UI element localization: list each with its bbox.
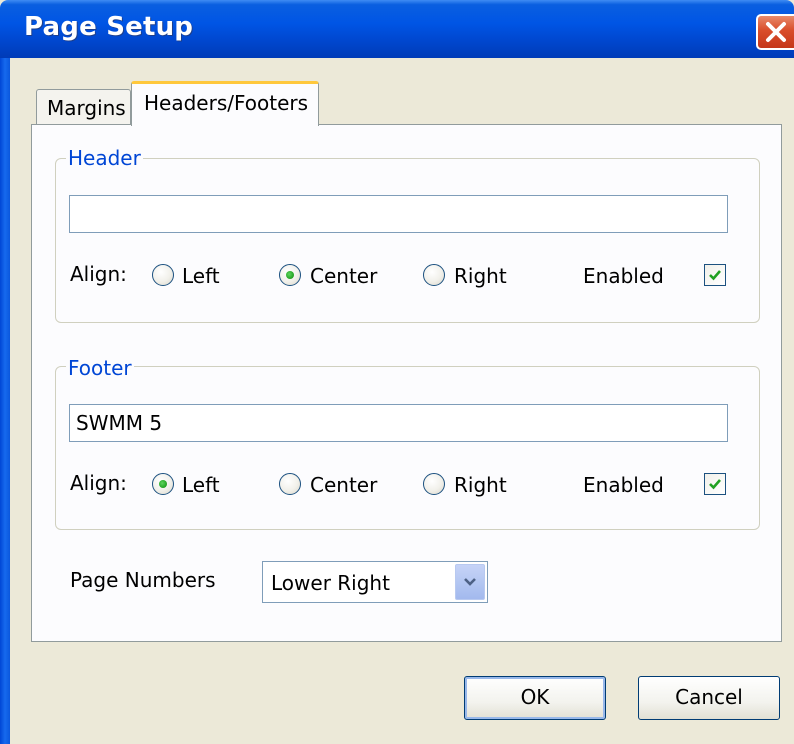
header-group-legend: Header: [66, 146, 143, 170]
footer-align-label: Align:: [70, 471, 127, 495]
page-numbers-selected-value: Lower Right: [271, 571, 390, 595]
tab-margins-label: Margins: [47, 96, 126, 120]
footer-align-center-radio[interactable]: [279, 473, 301, 495]
header-enabled-label: Enabled: [583, 264, 664, 288]
page-numbers-dropdown-button[interactable]: [455, 564, 485, 600]
footer-group-legend: Footer: [66, 356, 134, 380]
footer-enabled-label: Enabled: [583, 473, 664, 497]
footer-enabled-checkbox[interactable]: [704, 473, 726, 495]
header-enabled-checkbox[interactable]: [704, 264, 726, 286]
ok-button[interactable]: OK: [464, 676, 606, 720]
header-group: [55, 158, 760, 323]
header-align-right-label[interactable]: Right: [454, 264, 507, 288]
header-align-right-radio[interactable]: [423, 264, 445, 286]
title-bar[interactable]: Page Setup: [0, 0, 794, 58]
header-text-input[interactable]: [69, 195, 728, 233]
cancel-button[interactable]: Cancel: [638, 676, 780, 720]
close-button[interactable]: [756, 14, 794, 50]
tab-headers-footers[interactable]: Headers/Footers: [131, 81, 319, 126]
footer-align-center-label[interactable]: Center: [310, 473, 377, 497]
footer-text-input[interactable]: SWMM 5: [69, 404, 728, 442]
page-numbers-label: Page Numbers: [70, 568, 216, 592]
footer-align-right-label[interactable]: Right: [454, 473, 507, 497]
tab-margins[interactable]: Margins: [36, 89, 131, 124]
checkmark-icon: [709, 479, 721, 490]
page-numbers-select[interactable]: Lower Right: [262, 561, 488, 603]
header-align-center-label[interactable]: Center: [310, 264, 377, 288]
header-align-left-radio[interactable]: [152, 264, 174, 286]
tab-headers-footers-label: Headers/Footers: [144, 91, 309, 115]
window-frame-left: [0, 58, 10, 744]
header-align-left-label[interactable]: Left: [182, 264, 220, 288]
footer-align-left-radio[interactable]: [152, 473, 174, 495]
header-align-label: Align:: [70, 262, 127, 286]
chevron-down-icon: [464, 578, 476, 586]
header-align-center-radio[interactable]: [279, 264, 301, 286]
close-icon: [766, 22, 786, 42]
window-title: Page Setup: [24, 12, 194, 42]
footer-align-left-label[interactable]: Left: [182, 473, 220, 497]
footer-align-right-radio[interactable]: [423, 473, 445, 495]
footer-group: [55, 366, 760, 530]
checkmark-icon: [709, 270, 721, 281]
